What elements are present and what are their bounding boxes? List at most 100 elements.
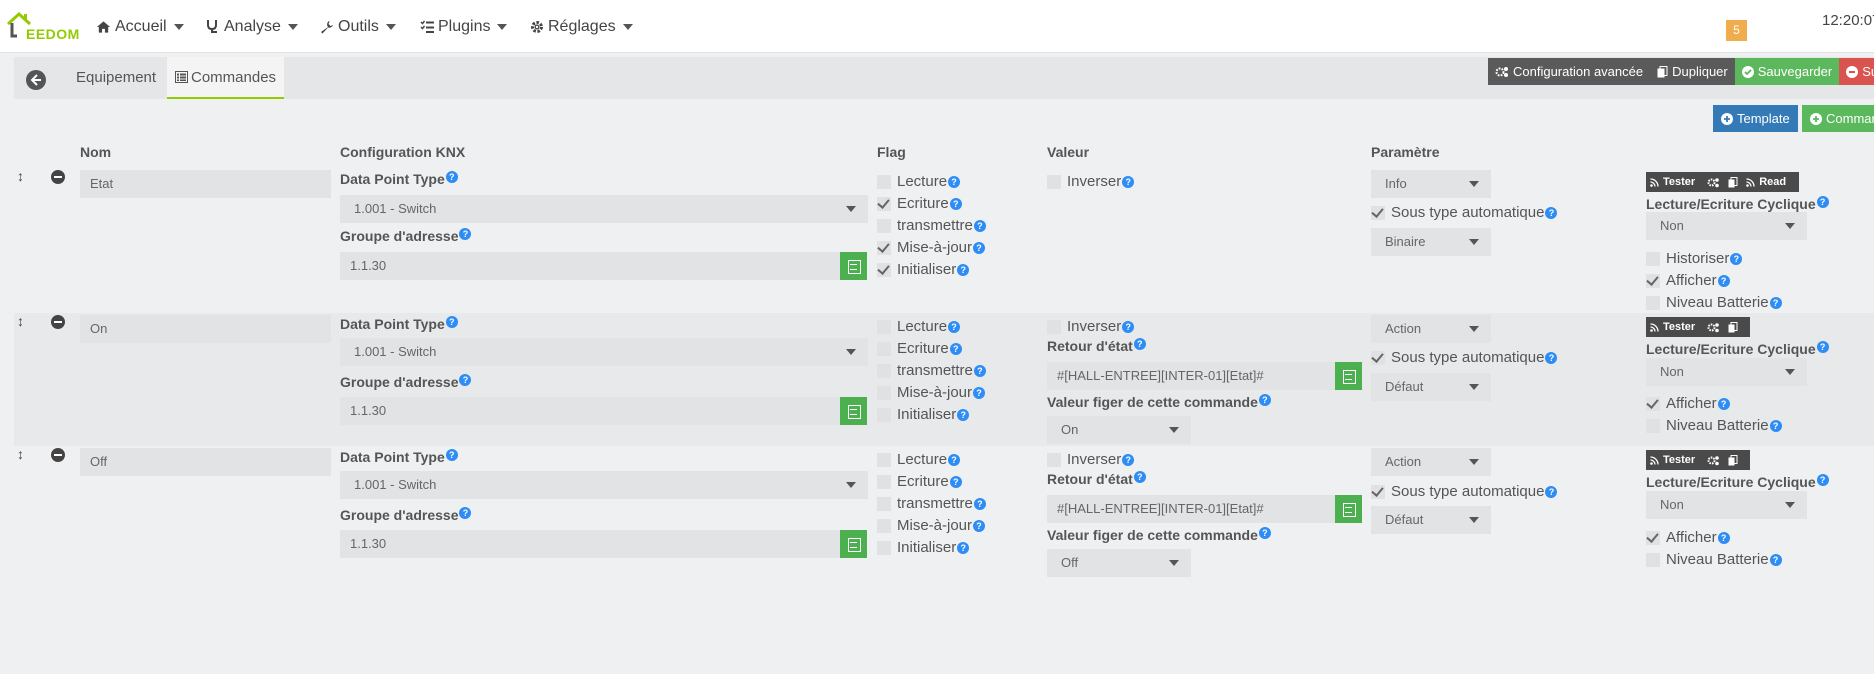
checkbox[interactable] — [1646, 396, 1660, 411]
drag-handle-icon[interactable]: ↕ — [17, 446, 24, 462]
cyclique-select[interactable]: Non — [1646, 491, 1807, 519]
checkbox[interactable] — [877, 474, 891, 489]
group-address-picker-button[interactable] — [840, 252, 867, 280]
group-address-input[interactable]: 1.1.30 — [340, 397, 840, 425]
afficher-checkbox[interactable]: Afficher? — [1646, 395, 1730, 412]
checkbox[interactable] — [1646, 273, 1660, 288]
flag-initialiser[interactable]: Initialiser? — [877, 406, 970, 423]
checkbox[interactable] — [1047, 319, 1061, 334]
remove-command-icon[interactable] — [51, 315, 65, 329]
checkbox[interactable] — [877, 496, 891, 511]
flag-initialiser[interactable]: Initialiser? — [877, 261, 970, 278]
niveau-batterie-checkbox[interactable]: Niveau Batterie? — [1646, 417, 1782, 434]
tester-button[interactable]: Tester — [1646, 176, 1703, 188]
save-button[interactable]: Sauvegarder — [1734, 58, 1840, 85]
menu-accueil[interactable]: Accueil — [96, 0, 184, 53]
flag-transmettre[interactable]: transmettre? — [877, 495, 986, 512]
copy-button[interactable] — [1724, 321, 1742, 333]
dpt-select[interactable]: 1.001 - Switch — [340, 471, 868, 499]
flag-initialiser[interactable]: Initialiser? — [877, 539, 970, 556]
flag-ecriture[interactable]: Ecriture? — [877, 195, 962, 212]
checkbox[interactable] — [877, 262, 891, 277]
command-name-input[interactable]: Etat — [80, 170, 331, 198]
checkbox[interactable] — [877, 452, 891, 467]
advanced-config-button[interactable]: Configuration avancée — [1488, 58, 1651, 85]
checkbox[interactable] — [1646, 251, 1660, 266]
remove-command-icon[interactable] — [51, 170, 65, 184]
niveau-batterie-checkbox[interactable]: Niveau Batterie? — [1646, 294, 1782, 311]
group-address-picker-button[interactable] — [840, 530, 867, 558]
tab-equipement[interactable]: Equipement — [76, 57, 156, 99]
flag-ecriture[interactable]: Ecriture? — [877, 340, 962, 357]
sous-type-auto-checkbox[interactable]: Sous type automatique? — [1371, 349, 1558, 366]
config-button[interactable] — [1703, 322, 1724, 333]
checkbox[interactable] — [877, 196, 891, 211]
retour-etat-input[interactable]: #[HALL-ENTREE][INTER-01][Etat]# — [1047, 495, 1335, 523]
group-address-input[interactable]: 1.1.30 — [340, 530, 840, 558]
subtype-select[interactable]: Binaire — [1371, 228, 1491, 256]
checkbox[interactable] — [1047, 452, 1061, 467]
add-command-button[interactable]: Commandes — [1802, 105, 1874, 132]
retour-etat-input[interactable]: #[HALL-ENTREE][INTER-01][Etat]# — [1047, 362, 1335, 390]
valeur-figer-select[interactable]: Off — [1047, 549, 1191, 577]
checkbox[interactable] — [877, 319, 891, 334]
checkbox[interactable] — [1646, 552, 1660, 567]
sous-type-auto-checkbox[interactable]: Sous type automatique? — [1371, 483, 1558, 500]
flag-lecture[interactable]: Lecture? — [877, 451, 961, 468]
command-name-input[interactable]: Off — [80, 448, 331, 476]
command-name-input[interactable]: On — [80, 315, 331, 343]
tester-button[interactable]: Tester — [1646, 321, 1703, 333]
flag-transmettre[interactable]: transmettre? — [877, 362, 986, 379]
valeur-figer-select[interactable]: On — [1047, 416, 1191, 444]
niveau-batterie-checkbox[interactable]: Niveau Batterie? — [1646, 551, 1782, 568]
checkbox[interactable] — [1646, 418, 1660, 433]
inverser-checkbox[interactable]: Inverser? — [1047, 173, 1135, 190]
checkbox[interactable] — [1047, 174, 1061, 189]
flag-mise-a-jour[interactable]: Mise-à-jour? — [877, 384, 986, 401]
copy-button[interactable] — [1724, 454, 1742, 466]
flag-mise-a-jour[interactable]: Mise-à-jour? — [877, 517, 986, 534]
flag-mise-a-jour[interactable]: Mise-à-jour? — [877, 239, 986, 256]
group-address-input[interactable]: 1.1.30 — [340, 252, 840, 280]
historiser-checkbox[interactable]: Historiser? — [1646, 250, 1743, 267]
flag-lecture[interactable]: Lecture? — [877, 173, 961, 190]
checkbox[interactable] — [1646, 530, 1660, 545]
menu-analyse[interactable]: Analyse — [206, 0, 298, 53]
checkbox[interactable] — [877, 240, 891, 255]
flag-lecture[interactable]: Lecture? — [877, 318, 961, 335]
read-button[interactable]: Read — [1742, 176, 1794, 188]
drag-handle-icon[interactable]: ↕ — [17, 168, 24, 184]
checkbox[interactable] — [1646, 295, 1660, 310]
checkbox[interactable] — [1371, 350, 1385, 365]
message-count-badge[interactable]: 5 — [1726, 20, 1747, 41]
checkbox[interactable] — [877, 385, 891, 400]
cyclique-select[interactable]: Non — [1646, 212, 1807, 240]
tester-button[interactable]: Tester — [1646, 454, 1703, 466]
jeedom-logo[interactable]: EEDOM — [6, 10, 79, 44]
retour-etat-picker-button[interactable] — [1335, 362, 1362, 390]
menu-plugins[interactable]: Plugins — [420, 0, 508, 53]
checkbox[interactable] — [877, 363, 891, 378]
template-button[interactable]: Template — [1713, 105, 1798, 132]
config-button[interactable] — [1703, 455, 1724, 466]
inverser-checkbox[interactable]: Inverser? — [1047, 318, 1135, 335]
flag-ecriture[interactable]: Ecriture? — [877, 473, 962, 490]
afficher-checkbox[interactable]: Afficher? — [1646, 529, 1730, 546]
checkbox[interactable] — [877, 174, 891, 189]
inverser-checkbox[interactable]: Inverser? — [1047, 451, 1135, 468]
menu-outils[interactable]: Outils — [320, 0, 396, 53]
duplicate-button[interactable]: Dupliquer — [1650, 58, 1735, 85]
tab-commandes[interactable]: Commandes — [167, 57, 285, 99]
type-select[interactable]: Action — [1371, 448, 1491, 476]
group-address-picker-button[interactable] — [840, 397, 867, 425]
sous-type-auto-checkbox[interactable]: Sous type automatique? — [1371, 204, 1558, 221]
subtype-select[interactable]: Défaut — [1371, 373, 1491, 401]
dpt-select[interactable]: 1.001 - Switch — [340, 195, 868, 223]
subtype-select[interactable]: Défaut — [1371, 506, 1491, 534]
retour-etat-picker-button[interactable] — [1335, 495, 1362, 523]
type-select[interactable]: Info — [1371, 170, 1491, 198]
checkbox[interactable] — [877, 518, 891, 533]
dpt-select[interactable]: 1.001 - Switch — [340, 338, 868, 366]
drag-handle-icon[interactable]: ↕ — [17, 313, 24, 329]
afficher-checkbox[interactable]: Afficher? — [1646, 272, 1730, 289]
